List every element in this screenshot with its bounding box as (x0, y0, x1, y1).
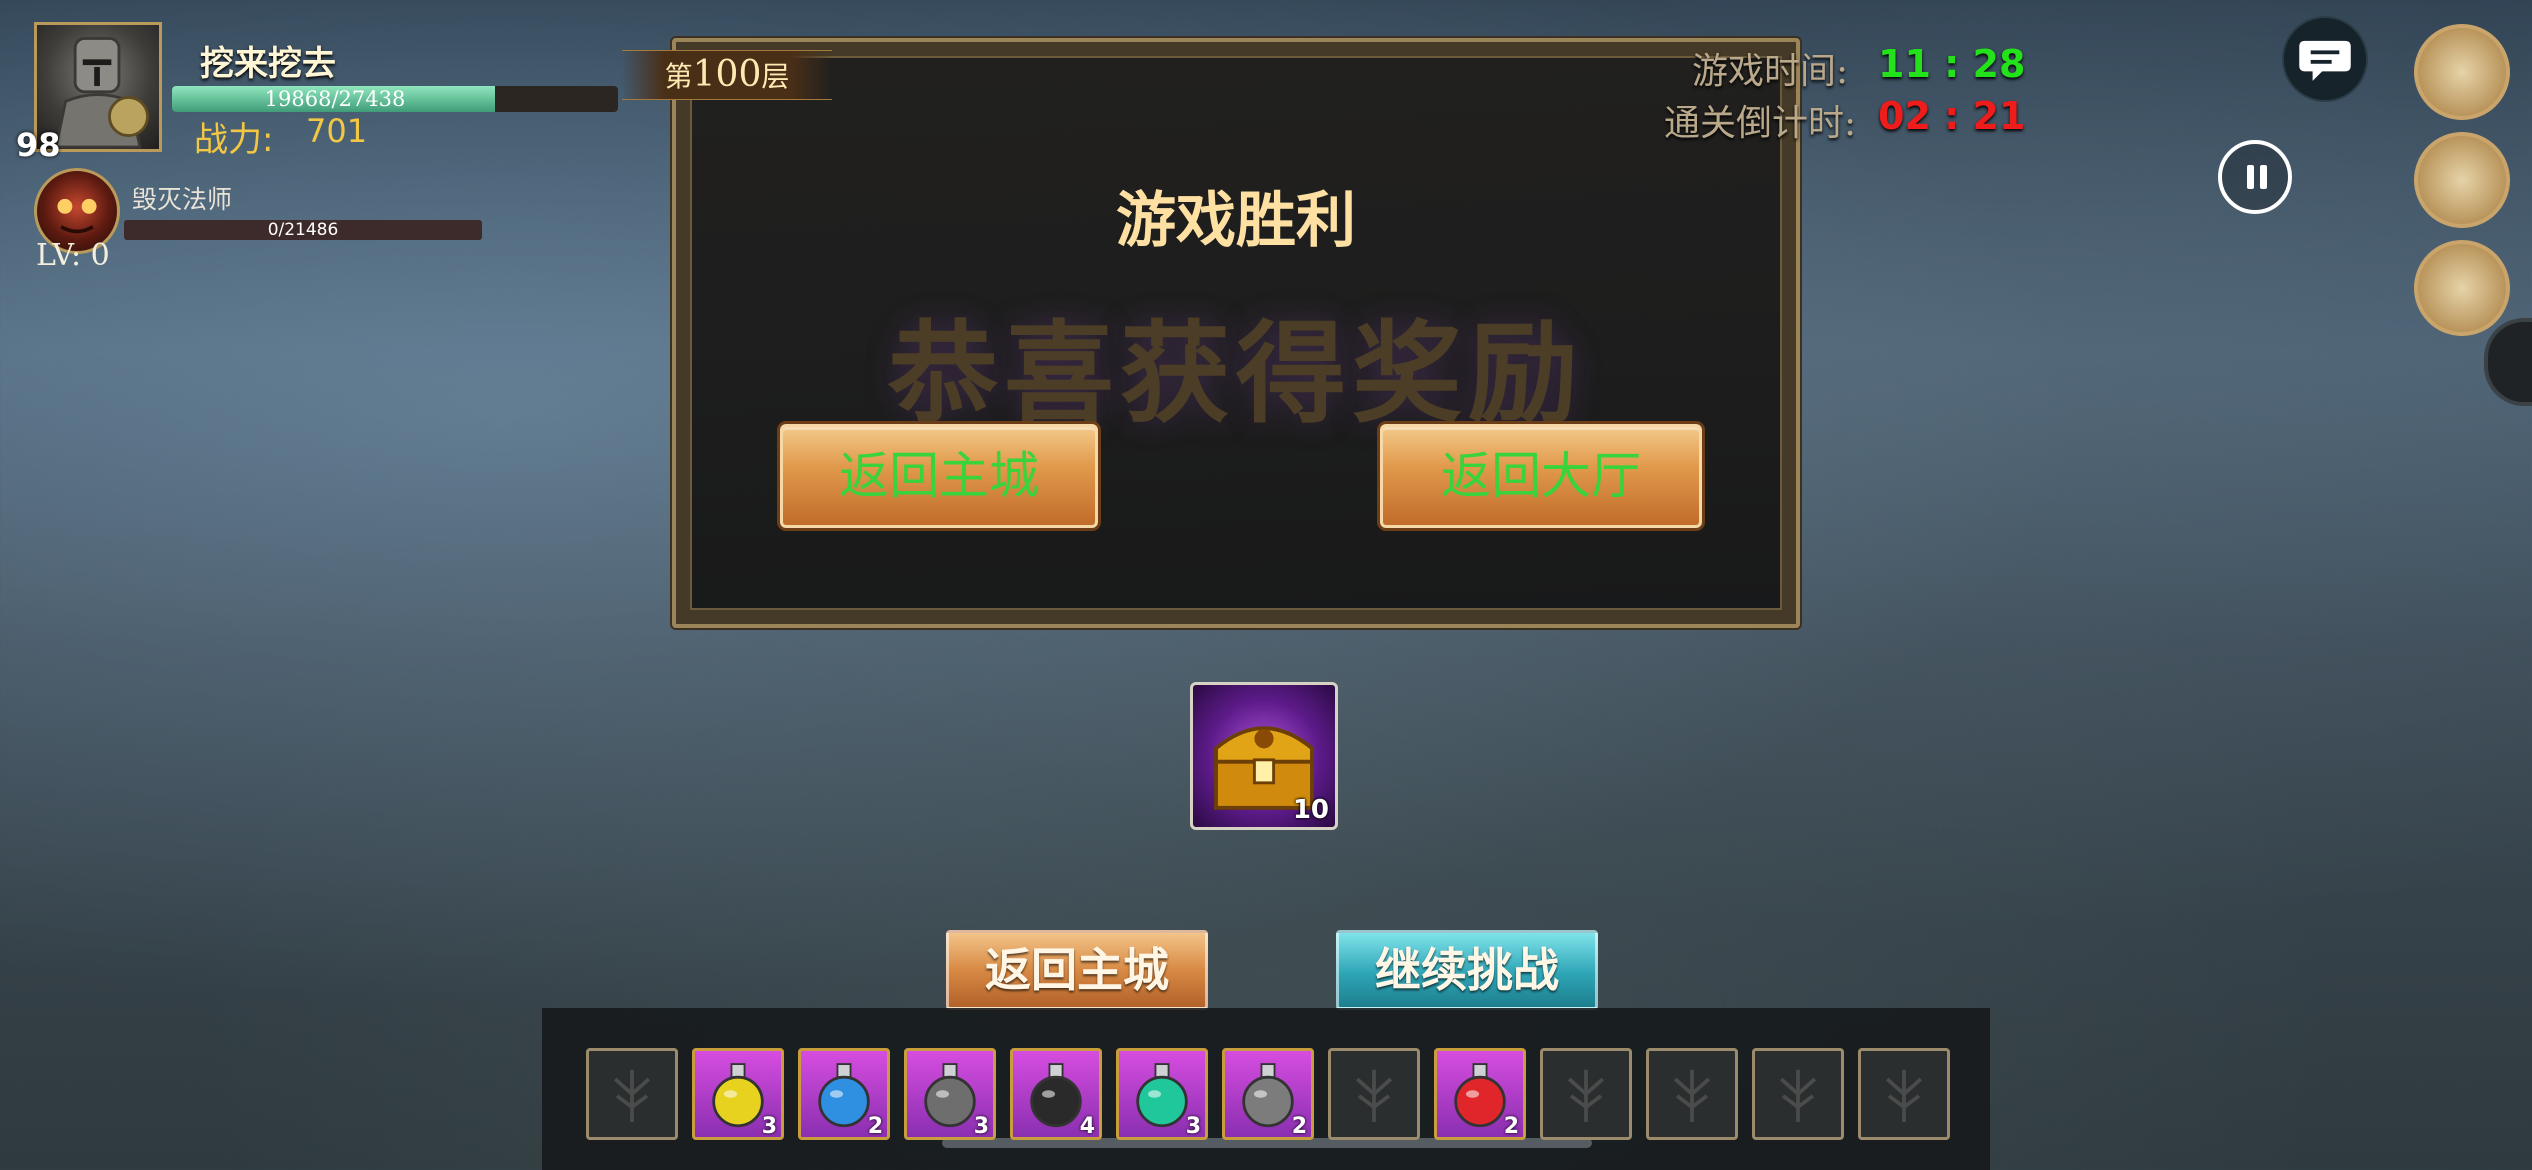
warrior-avatar-icon[interactable] (2414, 24, 2510, 120)
inventory-slot[interactable]: 3 (1116, 1048, 1208, 1140)
side-drawer-handle[interactable] (2484, 318, 2532, 406)
pause-button[interactable] (2218, 140, 2292, 214)
inventory-slot[interactable] (1540, 1048, 1632, 1140)
inventory-slot[interactable]: 3 (904, 1048, 996, 1140)
return-city-button[interactable]: 返回主城 (946, 930, 1208, 1010)
horned-helmet-icon[interactable] (2414, 132, 2510, 228)
continue-challenge-button[interactable]: 继续挑战 (1336, 930, 1598, 1010)
empty-slot-rune-icon (613, 1069, 651, 1123)
chat-bubble-icon (2299, 40, 2351, 81)
game-time-value: 11 : 28 (1878, 42, 2026, 86)
power-label: 战力: (194, 120, 274, 160)
game-time-label: 游戏时间: (1692, 51, 1849, 92)
boss-level: LV: 0 (36, 238, 110, 273)
inventory-slot-count: 2 (1503, 1114, 1519, 1139)
inventory-slot[interactable] (1328, 1048, 1420, 1140)
inventory-slot-count: 3 (1185, 1114, 1201, 1139)
player-level: 98 (16, 126, 61, 164)
player-hp-text: 19868/27438 (264, 87, 406, 111)
inventory-slot[interactable]: 3 (692, 1048, 784, 1140)
player-name: 挖来挖去 (200, 44, 336, 84)
inventory-slot-count: 2 (867, 1114, 883, 1139)
inventory-slot-count: 3 (761, 1114, 777, 1139)
countdown-value: 02 : 21 (1878, 94, 2026, 138)
empty-slot-rune-icon (1779, 1069, 1817, 1123)
floor-prefix: 第 (664, 60, 693, 93)
inventory-slot[interactable]: 4 (1010, 1048, 1102, 1140)
inventory-slot-count: 4 (1079, 1114, 1095, 1139)
panel-return-lobby-button[interactable]: 返回大厅 (1380, 424, 1702, 528)
reward-banner-text: 恭喜获得奖励 (888, 309, 1584, 438)
inventory-slot-count: 3 (973, 1114, 989, 1139)
floor-tag: 第100层 (622, 50, 832, 100)
floor-number: 100 (692, 54, 762, 95)
empty-slot-rune-icon (1355, 1069, 1393, 1123)
inventory-slot[interactable]: 2 (798, 1048, 890, 1140)
inventory-slot-count: 2 (1291, 1114, 1307, 1139)
inventory-slot[interactable]: 2 (1434, 1048, 1526, 1140)
empty-slot-rune-icon (1567, 1069, 1605, 1123)
countdown-label: 通关倒计时: (1664, 103, 1857, 144)
inventory-slot[interactable] (1752, 1048, 1844, 1140)
inventory-slot[interactable]: 2 (1222, 1048, 1314, 1140)
chat-button[interactable] (2282, 16, 2368, 102)
boss-hp-text: 0/21486 (267, 220, 339, 240)
boss-name: 毁灭法师 (132, 185, 233, 214)
empty-slot-rune-icon (1885, 1069, 1923, 1123)
player-hp-bar: 19868/27438 (172, 86, 618, 112)
victory-panel: 游戏胜利 恭喜获得奖励 返回主城 返回大厅 (672, 38, 1800, 628)
crossed-tools-icon[interactable] (2414, 240, 2510, 336)
floor-suffix: 层 (761, 60, 790, 93)
reward-item-slot[interactable]: 10 (1190, 682, 1338, 830)
inventory-slot[interactable] (1858, 1048, 1950, 1140)
reward-item-count: 10 (1292, 795, 1329, 825)
boss-hp-bar: 0/21486 (124, 220, 482, 240)
victory-title: 游戏胜利 (1116, 186, 1356, 256)
inventory-slot[interactable] (586, 1048, 678, 1140)
empty-slot-rune-icon (1673, 1069, 1711, 1123)
power-value: 701 (306, 112, 368, 150)
panel-return-city-button[interactable]: 返回主城 (780, 424, 1098, 528)
inventory-slot[interactable] (1646, 1048, 1738, 1140)
inventory-bar: 3 2 3 4 3 2 2 (542, 1008, 1990, 1170)
